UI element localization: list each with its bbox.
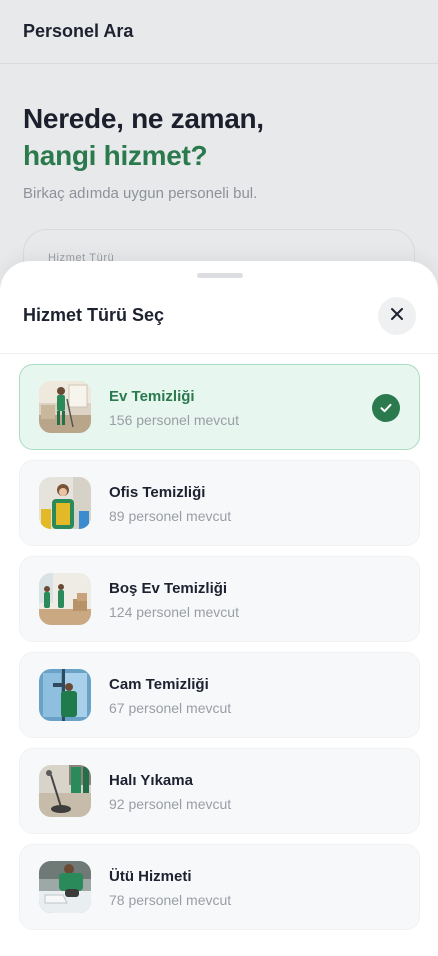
cleaner-empty-home-photo-icon <box>39 573 91 625</box>
header-title: Personel Ara <box>23 21 134 41</box>
service-item-ev-temizligi[interactable]: Ev Temizliği 156 personel mevcut <box>19 364 420 450</box>
service-item-name: Halı Yıkama <box>109 772 193 789</box>
ironing-photo-icon <box>39 861 91 913</box>
close-icon <box>390 307 404 326</box>
selected-check-icon <box>372 394 400 422</box>
service-item-name: Cam Temizliği <box>109 676 209 693</box>
cleaner-office-photo-icon <box>39 477 91 529</box>
service-item-count: 92 personel mevcut <box>109 796 232 812</box>
carpet-cleaning-photo-icon <box>39 765 91 817</box>
window-cleaning-photo-icon <box>39 669 91 721</box>
app-header: Personel Ara <box>0 0 438 64</box>
service-type-sheet: Hizmet Türü Seç Ev Temizliği 156 persone… <box>0 261 438 956</box>
cleaner-home-photo-icon <box>39 381 91 433</box>
service-item-bos-ev-temizligi[interactable]: Boş Ev Temizliği 124 personel mevcut <box>19 556 420 642</box>
service-item-name: Boş Ev Temizliği <box>109 580 228 597</box>
service-item-count: 67 personel mevcut <box>109 700 232 716</box>
service-item-name: Ofis Temizliği <box>109 484 206 501</box>
service-item-count: 124 personel mevcut <box>109 604 239 620</box>
service-item-cam-temizligi[interactable]: Cam Temizliği 67 personel mevcut <box>19 652 420 738</box>
service-item-hali-yikama[interactable]: Halı Yıkama 92 personel mevcut <box>19 748 420 834</box>
headline-line-1: Nerede, ne zaman, <box>23 103 264 134</box>
service-list: Ev Temizliği 156 personel mevcut Ofis Te… <box>19 364 420 940</box>
service-item-name: Ev Temizliği <box>109 388 195 405</box>
service-item-count: 78 personel mevcut <box>109 892 232 908</box>
service-item-count: 89 personel mevcut <box>109 508 232 524</box>
headline-line-2: hangi hizmet? <box>23 140 208 171</box>
service-item-utu-hizmeti[interactable]: Ütü Hizmeti 78 personel mevcut <box>19 844 420 930</box>
hero-section: Nerede, ne zaman, hangi hizmet? Birkaç a… <box>0 64 438 202</box>
sheet-header: Hizmet Türü Seç <box>0 261 438 354</box>
service-item-count: 156 personel mevcut <box>109 412 239 428</box>
service-item-ofis-temizligi[interactable]: Ofis Temizliği 89 personel mevcut <box>19 460 420 546</box>
close-button[interactable] <box>378 297 416 335</box>
service-item-name: Ütü Hizmeti <box>109 868 192 885</box>
sheet-title: Hizmet Türü Seç <box>23 305 165 325</box>
hero-subtitle: Birkaç adımda uygun personeli bul. <box>23 185 258 202</box>
